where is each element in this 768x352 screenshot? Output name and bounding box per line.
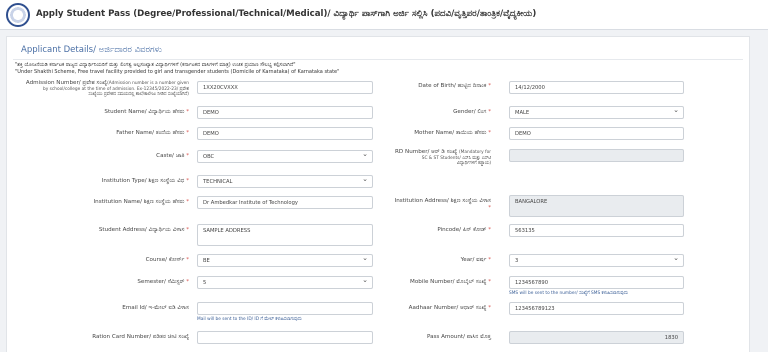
semester-label-text: Semester/ ಸೆಮಿಸ್ಟರ್: [137, 279, 185, 285]
aadhaar-label-text: Aadhaar Number/ ಆಧಾರ್ ಸಂಖ್ಯೆ: [408, 305, 487, 311]
admission-number-label: Admission Number/ ಪ್ರವೇಶ ಸಂಖ್ಯೆ(Admissio…: [26, 80, 189, 97]
mobile-label-text: Mobile Number/ ಮೊಬೈಲ್ ಸಂಖ್ಯೆ: [410, 279, 487, 285]
mobile-input[interactable]: 1234567890: [509, 276, 684, 289]
rd-sub1: (Mandatory for: [459, 150, 491, 155]
applicant-details-card: Applicant Details/ ಅರ್ಜಿದಾರರ ವಿವರಗಳು "ಶಕ…: [6, 36, 750, 352]
admission-number-input[interactable]: 1XX20CVXXX: [197, 81, 373, 94]
caste-select[interactable]: OBC: [197, 150, 373, 163]
institution-name-label: Institution Name/ ಶಿಕ್ಷಣ ಸಂಸ್ಥೆಯ ಹೆಸರು *: [93, 199, 189, 205]
course-label: Course/ ಕೋರ್ಸ್ *: [145, 257, 189, 263]
pincode-label: Pincode/ ಪಿನ್ ಕೋಡ್ *: [437, 227, 491, 233]
rd-number-label: RD Number/ ಆರ್ ಡಿ ಸಂಖ್ಯೆ (Mandatory for …: [395, 149, 491, 166]
pass-amount-label: Pass Amount/ ಪಾಸಿನ ಮೊತ್ತ: [427, 334, 491, 341]
admission-sub1: (Admission number is a number given: [107, 81, 189, 86]
year-label-text: Year/ ವರ್ಷ: [460, 257, 487, 263]
admission-sub3: ಸಂಖ್ಯೆಯು ಪ್ರವೇಶದ ಸಮಯದಲ್ಲಿ ಶಾಲೆ/ಕಾಲೇಜು ನೀ…: [88, 92, 189, 97]
dob-label: Date of Birth/ ಹುಟ್ಟಿದ ದಿನಾಂಕ *: [418, 83, 491, 89]
ration-label-text: Ration Card Number/ ಪಡಿತರ ಚೀಟಿ ಸಂಖ್ಯೆ: [92, 334, 189, 340]
aadhaar-input[interactable]: 123456789123: [509, 302, 684, 315]
student-address-textarea[interactable]: SAMPLE ADDRESS: [197, 224, 373, 246]
ration-card-input[interactable]: [197, 331, 373, 344]
inst-type-label-text: Institution Type/ ಶಿಕ್ಷಣ ಸಂಸ್ಥೆಯ ವಿಧ: [101, 178, 185, 184]
student-name-input[interactable]: DEMO: [197, 106, 373, 119]
email-hint: Mail will be sent to the ID/ ID ಗೆ ಮೇಲ್ …: [197, 317, 302, 322]
year-select[interactable]: 3: [509, 254, 684, 267]
mother-label-text: Mother Name/ ತಾಯಿಯ ಹೆಸರು: [414, 130, 487, 136]
ration-card-label: Ration Card Number/ ಪಡಿತರ ಚೀಟಿ ಸಂಖ್ಯೆ: [92, 334, 189, 341]
father-name-input[interactable]: DEMO: [197, 127, 373, 140]
inst-addr-label-text: Institution Address/ ಶಿಕ್ಷಣ ಸಂಸ್ಥೆಯ ವಿಳಾ…: [394, 198, 491, 204]
gender-select[interactable]: MALE: [509, 106, 684, 119]
gender-label-text: Gender/ ಲಿಂಗ: [453, 109, 487, 115]
pass-amount-label-text: Pass Amount/ ಪಾಸಿನ ಮೊತ್ತ: [426, 334, 491, 340]
semester-select[interactable]: 5: [197, 276, 373, 289]
top-bar: Apply Student Pass (Degree/Professional/…: [0, 0, 768, 30]
course-label-text: Course/ ಕೋರ್ಸ್: [145, 257, 185, 263]
institution-type-select[interactable]: TECHNICAL: [197, 175, 373, 188]
pass-amount-input: 1830: [509, 331, 684, 344]
rd-number-input[interactable]: [509, 149, 684, 162]
semester-label: Semester/ ಸೆಮಿಸ್ಟರ್ *: [137, 279, 189, 285]
inst-name-label-text: Institution Name/ ಶಿಕ್ಷಣ ಸಂಸ್ಥೆಯ ಹೆಸರು: [93, 199, 185, 205]
stud-addr-label-text: Student Address/ ವಿದ್ಯಾರ್ಥಿಯ ವಿಳಾಸ: [98, 227, 185, 233]
email-label-text: Email Id/ ಇ-ಮೇಲ್ ಐಡಿ ವಿಳಾಸ: [122, 305, 189, 311]
institution-address-textarea[interactable]: BANGALORE: [509, 195, 684, 217]
institution-type-label: Institution Type/ ಶಿಕ್ಷಣ ಸಂಸ್ಥೆಯ ವಿಧ *: [101, 178, 189, 184]
aadhaar-label: Aadhaar Number/ ಆಧಾರ್ ಸಂಖ್ಯೆ *: [408, 305, 491, 311]
father-label-text: Father Name/ ತಂದೆಯ ಹೆಸರು: [116, 130, 185, 136]
section-title: Applicant Details/ ಅರ್ಜಿದಾರರ ವಿವರಗಳು: [21, 45, 162, 55]
caste-label: Caste/ ಜಾತಿ *: [156, 153, 189, 159]
admission-label-text: Admission Number/ ಪ್ರವೇಶ ಸಂಖ್ಯೆ: [25, 80, 108, 86]
rd-label-text: RD Number/ ಆರ್ ಡಿ ಸಂಖ್ಯೆ: [395, 149, 458, 155]
dob-label-text: Date of Birth/ ಹುಟ್ಟಿದ ದಿನಾಂಕ: [418, 83, 487, 89]
father-name-label: Father Name/ ತಂದೆಯ ಹೆಸರು *: [116, 130, 189, 136]
mobile-hint: SMS will be sent to the number/ ಸಂಖ್ಯೆಗೆ…: [509, 291, 629, 296]
page-title: Apply Student Pass (Degree/Professional/…: [36, 9, 537, 19]
email-input[interactable]: [197, 302, 373, 315]
student-name-label: Student Name/ ವಿದ್ಯಾರ್ಥಿಯ ಹೆಸರು *: [104, 109, 189, 115]
pincode-label-text: Pincode/ ಪಿನ್ ಕೋಡ್: [437, 227, 487, 233]
mother-name-input[interactable]: DEMO: [509, 127, 684, 140]
student-name-label-text: Student Name/ ವಿದ್ಯಾರ್ಥಿಯ ಹೆಸರು: [104, 109, 185, 115]
dob-input[interactable]: 14/12/2000: [509, 81, 684, 94]
year-label: Year/ ವರ್ಷ *: [460, 257, 491, 263]
mother-name-label: Mother Name/ ತಾಯಿಯ ಹೆಸರು *: [414, 130, 491, 136]
institution-name-input[interactable]: Dr Ambedkar Institute of Technology: [197, 196, 373, 209]
ksrtc-logo-icon: [6, 3, 30, 27]
section-divider: [13, 59, 743, 60]
gender-label: Gender/ ಲಿಂಗ *: [453, 109, 491, 115]
institution-address-label: Institution Address/ ಶಿಕ್ಷಣ ಸಂಸ್ಥೆಯ ವಿಳಾ…: [394, 198, 491, 211]
pincode-input[interactable]: 563135: [509, 224, 684, 237]
caste-label-text: Caste/ ಜಾತಿ: [156, 153, 185, 159]
rd-sub3: ವಿದ್ಯಾರ್ಥಿಗಳಿಗೆ ಕಡ್ಡಾಯ): [456, 161, 491, 166]
course-select[interactable]: BE: [197, 254, 373, 267]
email-label: Email Id/ ಇ-ಮೇಲ್ ಐಡಿ ವಿಳಾಸ: [122, 305, 189, 312]
shakthi-notice: "ಶಕ್ತಿ ಯೋಜನೆಯಡಿ ಕರ್ನಾಟಕ ರಾಜ್ಯದ ವಿದ್ಯಾರ್ಥ…: [15, 62, 475, 76]
notice-english: "Under Shakthi Scheme, Free travel facil…: [15, 69, 340, 75]
student-address-label: Student Address/ ವಿದ್ಯಾರ್ಥಿಯ ವಿಳಾಸ *: [98, 227, 189, 233]
notice-kannada: "ಶಕ್ತಿ ಯೋಜನೆಯಡಿ ಕರ್ನಾಟಕ ರಾಜ್ಯದ ವಿದ್ಯಾರ್ಥ…: [15, 62, 296, 68]
mobile-label: Mobile Number/ ಮೊಬೈಲ್ ಸಂಖ್ಯೆ *: [410, 279, 491, 285]
